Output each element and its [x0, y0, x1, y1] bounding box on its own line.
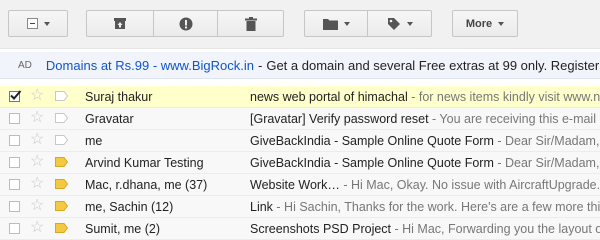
email-row[interactable]: ☆ me GiveBackIndia - Sample Online Quote…: [0, 130, 600, 152]
row-checkbox[interactable]: [9, 90, 22, 102]
checkmark-icon: [10, 90, 22, 100]
email-snippet: - Dear Sir/Madam, H: [497, 134, 600, 148]
label-icon: [387, 17, 400, 30]
row-checkbox[interactable]: [9, 113, 20, 124]
folder-icon: [322, 18, 338, 30]
trash-icon: [244, 16, 257, 31]
email-subject-line: Website Work… - Hi Mac, Okay. No issue w…: [250, 178, 600, 192]
chevron-down-icon: [498, 21, 505, 26]
email-subject-line: GiveBackIndia - Sample Online Quote Form…: [250, 134, 600, 148]
email-snippet: - You are receiving this e-mail b: [428, 112, 600, 126]
row-checkbox[interactable]: [9, 223, 20, 234]
archive-icon: [114, 18, 126, 29]
delete-button[interactable]: [218, 10, 284, 37]
star-icon[interactable]: ☆: [30, 110, 44, 126]
chevron-down-icon: [43, 21, 50, 26]
email-sender: Gravatar: [85, 112, 134, 126]
star-icon[interactable]: ☆: [30, 176, 44, 192]
email-subject-line: Link - Hi Sachin, Thanks for the work. H…: [250, 200, 600, 214]
importance-marker-icon[interactable]: [55, 157, 68, 167]
ad-link[interactable]: Domains at Rs.99 - www.BigRock.in: [46, 58, 254, 73]
checkbox-icon: [26, 18, 38, 29]
email-subject: [Gravatar] Verify password reset: [250, 112, 429, 126]
importance-marker-icon[interactable]: [55, 113, 68, 123]
row-checkbox[interactable]: [9, 157, 20, 168]
importance-marker-icon[interactable]: [55, 223, 68, 233]
star-icon[interactable]: ☆: [30, 220, 44, 236]
email-row[interactable]: ☆ Mac, r.dhana, me (37) Website Work… - …: [0, 174, 600, 196]
email-row[interactable]: ☆ Sumit, me (2) Screenshots PSD Project …: [0, 218, 600, 240]
email-snippet: - for news items kindly visit www.ne: [407, 90, 600, 104]
email-subject-line: Screenshots PSD Project - Hi Mac, Forwar…: [250, 222, 600, 236]
email-sender: Mac, r.dhana, me (37): [85, 178, 208, 192]
email-snippet: - Hi Sachin, Thanks for the work. Here's…: [272, 200, 600, 214]
email-snippet: - Hi Mac, Forwarding you the layout of: [391, 222, 600, 236]
email-sender: Suraj thakur: [85, 90, 153, 104]
email-subject-line: news web portal of himachal - for news i…: [250, 90, 600, 104]
star-icon[interactable]: ☆: [30, 198, 44, 214]
star-icon[interactable]: ☆: [30, 132, 44, 148]
email-subject-line: [Gravatar] Verify password reset - You a…: [250, 112, 600, 126]
chevron-down-icon: [343, 21, 350, 26]
email-row[interactable]: ☆ Gravatar [Gravatar] Verify password re…: [0, 108, 600, 130]
archive-button[interactable]: [86, 10, 154, 37]
email-sender: Arvind Kumar Testing: [85, 156, 204, 170]
more-button-label: More: [465, 17, 493, 30]
row-checkbox[interactable]: [9, 179, 20, 190]
spam-icon: [179, 17, 192, 30]
email-subject: GiveBackIndia - Sample Online Quote Form: [250, 156, 494, 170]
email-sender: me, Sachin (12): [85, 200, 174, 214]
row-checkbox[interactable]: [9, 201, 20, 212]
email-subject: Link: [250, 200, 273, 214]
select-dropdown-button[interactable]: [8, 10, 68, 37]
star-icon[interactable]: ☆: [30, 88, 44, 104]
chevron-down-icon: [406, 21, 413, 26]
importance-marker-icon[interactable]: [55, 135, 68, 145]
email-row[interactable]: ☆ Suraj thakur news web portal of himach…: [0, 86, 600, 108]
report-spam-button[interactable]: [154, 10, 218, 37]
email-list: ☆ Suraj thakur news web portal of himach…: [0, 86, 600, 240]
email-snippet: - Hi Mac, Okay. No issue with AircraftUp…: [339, 178, 600, 192]
toolbar: More: [0, 0, 600, 49]
ad-banner: AD Domains at Rs.99 - www.BigRock.in - G…: [0, 52, 600, 79]
ad-text: Get a domain and several Free extras at …: [266, 57, 600, 73]
email-subject: Website Work…: [250, 178, 340, 192]
email-sender: Sumit, me (2): [85, 222, 161, 236]
labels-button[interactable]: [368, 10, 432, 37]
move-to-button[interactable]: [304, 10, 368, 37]
email-sender: me: [85, 134, 103, 148]
importance-marker-icon[interactable]: [55, 91, 68, 101]
email-subject: Screenshots PSD Project: [250, 222, 392, 236]
ad-tag: AD: [18, 59, 32, 71]
email-subject-line: GiveBackIndia - Sample Online Quote Form…: [250, 156, 600, 170]
email-row[interactable]: ☆ me, Sachin (12) Link - Hi Sachin, Than…: [0, 196, 600, 218]
email-subject: news web portal of himachal: [250, 90, 408, 104]
ad-separator: -: [257, 57, 263, 73]
email-row[interactable]: ☆ Arvind Kumar Testing GiveBackIndia - S…: [0, 152, 600, 174]
row-checkbox[interactable]: [9, 135, 20, 146]
importance-marker-icon[interactable]: [55, 179, 68, 189]
email-subject: GiveBackIndia - Sample Online Quote Form: [250, 134, 494, 148]
email-snippet: - Dear Sir/Madam, H: [497, 156, 600, 170]
importance-marker-icon[interactable]: [55, 201, 68, 211]
more-button[interactable]: More: [452, 10, 518, 37]
star-icon[interactable]: ☆: [30, 154, 44, 170]
